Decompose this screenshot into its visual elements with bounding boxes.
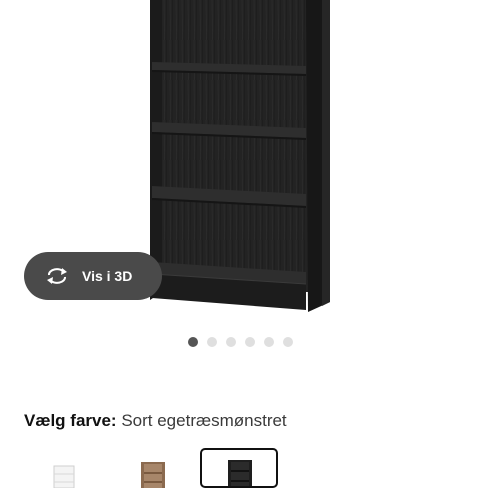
black-oak-bookcase-swatch[interactable] [200,448,278,488]
white-bookcase-swatch[interactable] [24,448,102,488]
carousel-dot-5[interactable] [263,337,274,347]
carousel-dot-2[interactable] [206,337,217,347]
product-image[interactable]: Vis i 3D [0,0,480,330]
carousel-dot-3[interactable] [225,337,236,347]
carousel-dot-6[interactable] [282,337,293,347]
selected-color-value: Sort egetræsmønstret [121,411,287,430]
view-in-3d-button[interactable]: Vis i 3D [24,252,162,300]
color-label: Vælg farve: [24,411,117,430]
brown-ash-bookcase-swatch[interactable] [122,448,200,488]
carousel-dot-1[interactable] [187,337,198,347]
carousel-dot-4[interactable] [244,337,255,347]
image-carousel-dots [0,337,480,347]
color-selector-heading: Vælg farve: Sort egetræsmønstret [24,411,287,431]
rotate-3d-icon [44,266,70,286]
view-in-3d-label: Vis i 3D [82,268,133,284]
